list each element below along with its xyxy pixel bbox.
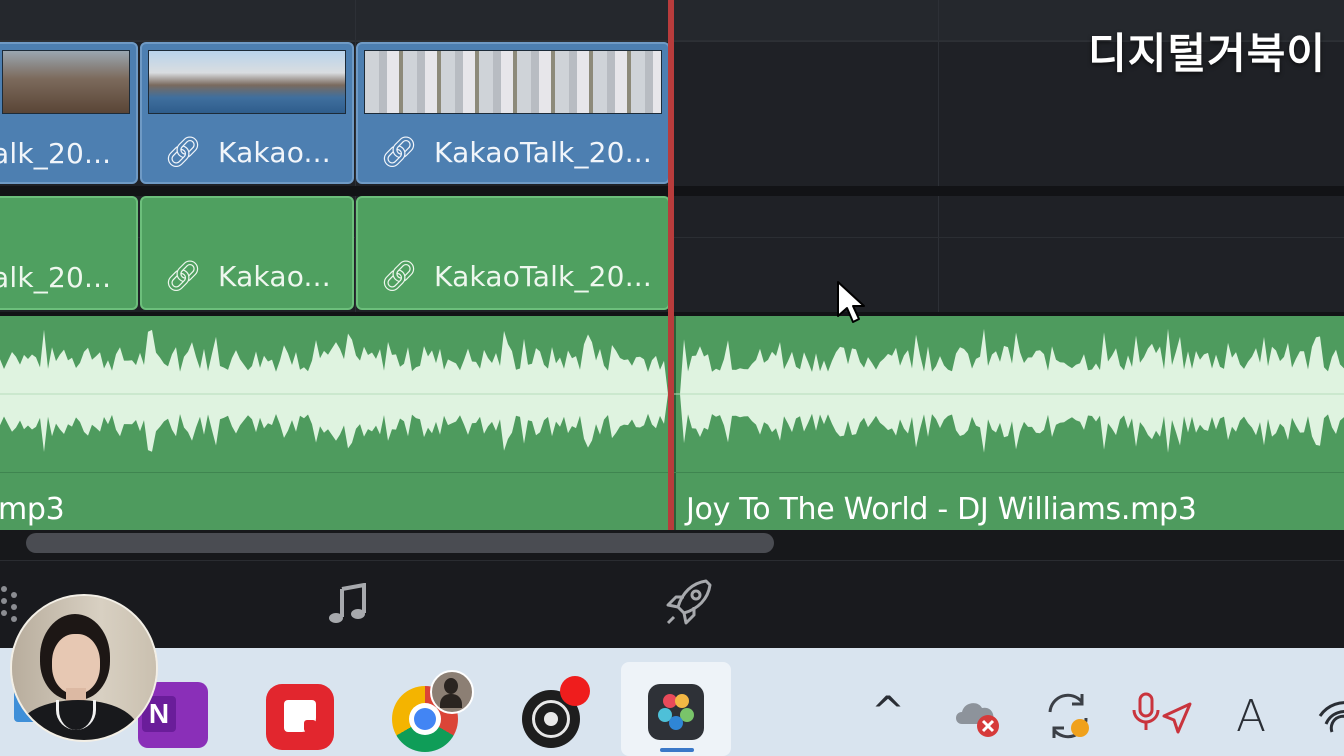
chevron-up-icon[interactable]: ^: [866, 692, 910, 732]
link-icon: 🔗︎: [164, 135, 203, 170]
timeline[interactable]: alk_20... 🔗︎ Kakao... 🔗︎ KakaoTalk_20... a…: [0, 0, 1344, 560]
avatar-face: [52, 634, 100, 694]
audio-clip[interactable]: 🔗︎ Kakao...: [140, 196, 354, 310]
sync-icon[interactable]: [1042, 690, 1096, 742]
music-note-icon[interactable]: [326, 583, 370, 627]
microphone-location-icon[interactable]: [1130, 690, 1196, 742]
clip-thumbnail: [364, 50, 662, 114]
link-icon: 🔗︎: [380, 259, 419, 294]
video-clip[interactable]: 🔗︎ KakaoTalk_20...: [356, 42, 670, 184]
clip-label: alk_20...: [0, 261, 112, 294]
grid-line: [938, 0, 939, 316]
mouse-cursor-icon: [837, 281, 865, 323]
sticky-notes-icon[interactable]: [266, 684, 334, 750]
clip-label: 🔗︎ KakaoTalk_20...: [380, 135, 652, 170]
playhead[interactable]: [668, 0, 674, 530]
clip-label: 🔗︎ KakaoTalk_20...: [380, 259, 652, 294]
chrome-profile-avatar[interactable]: [430, 670, 474, 714]
rocket-icon[interactable]: [662, 577, 712, 629]
webcam-overlay: [10, 594, 158, 742]
clip-thumbnail: [2, 50, 130, 114]
clip-label: 🔗︎ Kakao...: [164, 259, 331, 294]
wifi-icon[interactable]: [1314, 698, 1344, 738]
clip-label: alk_20...: [0, 137, 112, 170]
link-icon: 🔗︎: [164, 259, 203, 294]
clip-thumbnail: [148, 50, 346, 114]
channel-watermark: 디지털거북이: [1088, 29, 1326, 78]
clip-label: 🔗︎ Kakao...: [164, 135, 331, 170]
davinci-resolve-icon[interactable]: [648, 684, 704, 740]
taskbar: N ^ A: [0, 648, 1344, 756]
video-clip[interactable]: 🔗︎ Kakao...: [140, 42, 354, 184]
onedrive-error-icon[interactable]: [952, 694, 1004, 740]
music-clip-label: Joy To The World - DJ Williams.mp3: [686, 492, 1197, 527]
link-icon: 🔗︎: [380, 135, 419, 170]
scrollbar-thumb[interactable]: [26, 533, 774, 553]
page-navigation-bar: [0, 560, 1344, 649]
active-app-indicator: [660, 748, 694, 752]
recording-indicator: [560, 676, 590, 706]
video-clip[interactable]: alk_20...: [0, 42, 138, 184]
input-method-icon[interactable]: A: [1226, 692, 1276, 742]
audio-clip[interactable]: alk_20...: [0, 196, 138, 310]
music-clip-label: mp3: [0, 492, 65, 527]
audio-clip[interactable]: 🔗︎ KakaoTalk_20...: [356, 196, 670, 310]
